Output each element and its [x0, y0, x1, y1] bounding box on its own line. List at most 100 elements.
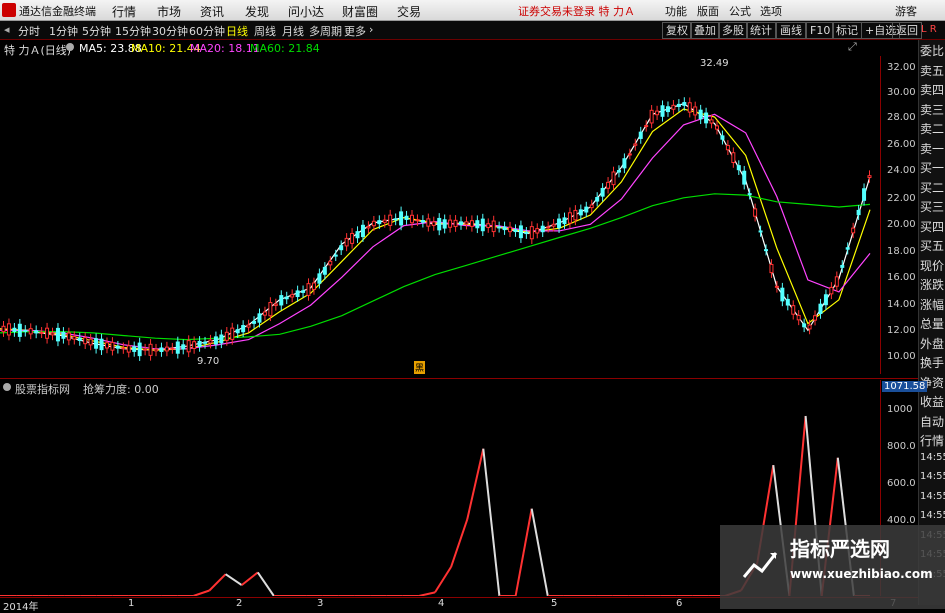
candle-body	[573, 209, 578, 221]
candle-body	[224, 331, 229, 341]
candle-body	[1, 325, 6, 333]
indicator-name[interactable]: 股票指标网	[15, 381, 70, 397]
candle-body	[45, 327, 50, 339]
expand-icon[interactable]: ⤢	[848, 40, 857, 54]
menu-formula[interactable]: 公式	[729, 3, 751, 19]
candle-body	[764, 249, 769, 252]
candle-body	[491, 220, 496, 233]
sidebar-item: 现价	[920, 258, 945, 273]
multi-stock-button[interactable]: 多股	[718, 22, 748, 39]
period-30min[interactable]: 30分钟	[152, 23, 188, 39]
indicator-value: 抢筹力度: 0.00	[83, 383, 159, 396]
indicator-segment	[241, 571, 259, 586]
candle-body	[655, 110, 660, 116]
period-monthly[interactable]: 月线	[282, 23, 304, 39]
period-15min[interactable]: 15分钟	[115, 23, 151, 39]
indicator-segment	[192, 589, 210, 597]
low-label: 9.70	[197, 356, 220, 367]
menu-wealth[interactable]: 财富圈	[342, 3, 378, 20]
candle-body	[55, 327, 60, 342]
candle-body	[175, 341, 180, 354]
menu-news[interactable]: 资讯	[200, 3, 224, 20]
sidebar-item: 自动	[920, 414, 945, 429]
menu-xiaoda[interactable]: 问小达	[288, 3, 324, 20]
settings-dot-icon[interactable]	[66, 43, 74, 51]
period-weekly[interactable]: 周线	[254, 23, 276, 39]
price-tick: 32.00	[887, 62, 916, 73]
candle-body	[459, 221, 464, 226]
candle-body	[649, 109, 654, 124]
period-multi[interactable]: 多周期	[309, 23, 342, 39]
period-1min[interactable]: 1分钟	[49, 23, 78, 39]
candle-body	[600, 187, 605, 197]
site-watermark: 指标严选网 www.xuezhibiao.com	[720, 525, 945, 609]
candle-body	[6, 323, 11, 336]
f10-button[interactable]: F10	[806, 22, 835, 39]
candle-body	[834, 276, 839, 287]
ma-line-ma10	[0, 108, 871, 351]
candle-body	[731, 152, 736, 164]
kline-chart[interactable]: 32.49 9.70 黑	[0, 56, 880, 374]
period-5min[interactable]: 5分钟	[82, 23, 111, 39]
quote-sidebar: L R 委比 卖五 卖四 卖三 卖二 卖一 买一 买二 买三 买四 买五 现价 涨跌 涨幅 总量 外盘 换手 净资…	[918, 24, 945, 605]
stats-button[interactable]: 统计	[746, 22, 776, 39]
pane-divider[interactable]	[0, 378, 918, 379]
collapse-icon[interactable]: ◂	[4, 23, 10, 36]
x-tick: 3	[317, 598, 324, 609]
candle-body	[867, 175, 872, 178]
candle-body	[704, 112, 709, 124]
candle-body	[595, 197, 600, 202]
candle-body	[714, 125, 719, 130]
menu-options[interactable]: 选项	[760, 3, 782, 19]
period-daily[interactable]: 日线	[226, 23, 248, 39]
ma-line-ma5	[0, 103, 871, 351]
candle-body	[39, 331, 44, 334]
indicator-tick: 600.0	[887, 478, 916, 489]
candle-body	[170, 347, 175, 350]
menu-market[interactable]: 市场	[157, 3, 181, 20]
candle-body	[780, 287, 785, 302]
price-tick: 28.00	[887, 112, 916, 123]
mark-button[interactable]: 标记	[832, 22, 862, 39]
candle-body	[268, 302, 273, 317]
restore-rights-button[interactable]: 复权	[662, 22, 692, 39]
candle-body	[584, 206, 589, 213]
candle-body	[279, 295, 284, 306]
menu-layout[interactable]: 版面	[697, 3, 719, 19]
candle-body	[464, 221, 469, 225]
candle-body	[246, 324, 251, 328]
candle-body	[192, 341, 197, 349]
sidebar-item: 卖五	[920, 63, 945, 78]
candle-body	[638, 131, 643, 139]
overlay-button[interactable]: 叠加	[690, 22, 720, 39]
more-chevron-icon[interactable]: ›	[369, 23, 373, 36]
menu-discover[interactable]: 发现	[245, 3, 269, 20]
sidebar-item: 14:55	[920, 451, 945, 463]
indicator-settings-icon[interactable]	[3, 383, 11, 391]
candle-body	[851, 227, 856, 234]
draw-line-button[interactable]: 画线	[776, 22, 806, 39]
candle-body	[110, 341, 115, 351]
login-warning[interactable]: 证券交易未登录 特 力Ａ	[518, 3, 635, 19]
candle-body	[823, 294, 828, 306]
candle-body	[578, 209, 583, 216]
period-timeshare[interactable]: 分时	[18, 23, 40, 39]
menu-function[interactable]: 功能	[665, 3, 687, 19]
indicator-segment	[466, 448, 485, 520]
price-tick: 16.00	[887, 272, 916, 283]
back-button[interactable]: 返回	[892, 22, 922, 39]
watermark-logo-icon	[742, 552, 778, 578]
candle-body	[366, 226, 371, 229]
menu-trade[interactable]: 交易	[397, 3, 421, 20]
sidebar-item: 卖二	[920, 122, 945, 136]
candle-body	[88, 338, 93, 346]
sidebar-item: 卖一	[920, 141, 945, 156]
menu-quotes[interactable]: 行情	[112, 3, 136, 20]
price-tick: 18.00	[887, 246, 916, 257]
event-marker[interactable]: 黑	[414, 361, 426, 374]
period-60min[interactable]: 60分钟	[189, 23, 225, 39]
candle-body	[72, 336, 77, 340]
candle-body	[698, 109, 703, 120]
period-more[interactable]: 更多	[344, 23, 366, 39]
menu-guest[interactable]: 游客	[895, 3, 917, 19]
